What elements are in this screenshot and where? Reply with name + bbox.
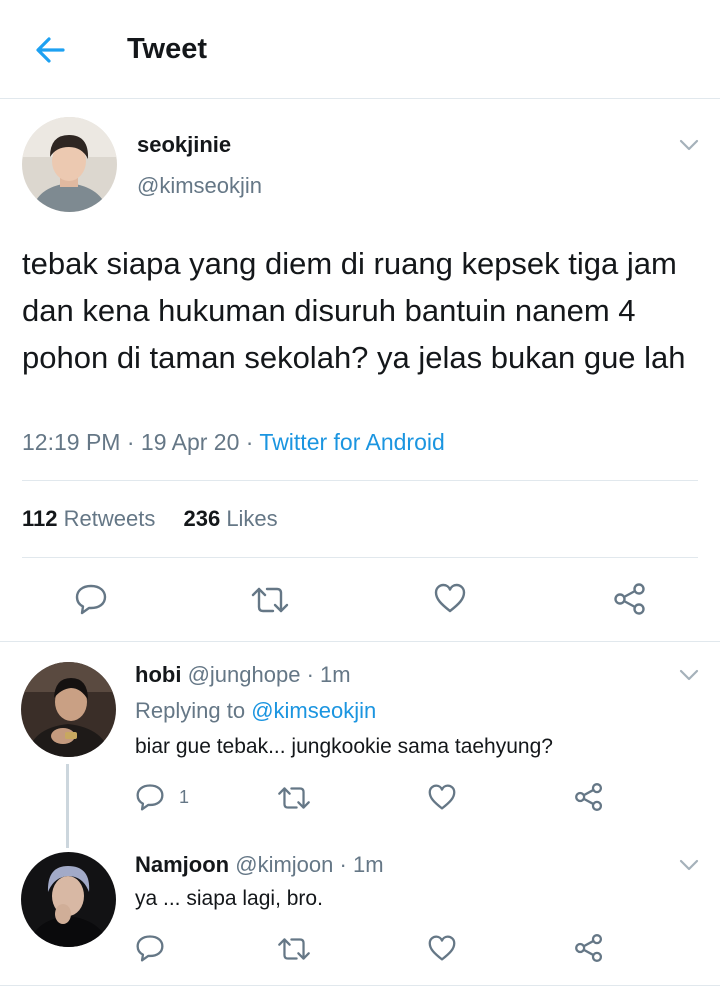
divider xyxy=(22,557,698,558)
share-button[interactable] xyxy=(573,782,605,812)
avatar[interactable] xyxy=(22,117,117,212)
retweet-icon xyxy=(278,787,310,809)
share-icon xyxy=(575,934,603,962)
like-button[interactable] xyxy=(427,934,457,962)
tweet-menu-button[interactable] xyxy=(677,133,701,157)
replying-to: Replying to @kimseokjin xyxy=(135,698,376,724)
display-name[interactable]: hobi xyxy=(135,662,181,687)
meta-separator: · xyxy=(126,429,135,455)
page-title: Tweet xyxy=(127,33,208,65)
speech-bubble-icon xyxy=(75,584,107,615)
avatar[interactable] xyxy=(21,662,116,757)
meta-separator: · xyxy=(306,662,314,687)
retweet-button[interactable] xyxy=(251,585,289,615)
heart-icon xyxy=(434,583,466,613)
retweet-button[interactable] xyxy=(277,936,311,962)
replying-prefix: Replying to xyxy=(135,698,246,723)
meta-separator: · xyxy=(245,429,254,455)
chevron-down-icon xyxy=(679,669,699,681)
reply-time[interactable]: 1m xyxy=(353,852,384,877)
share-icon xyxy=(575,783,603,811)
reply-time[interactable]: 1m xyxy=(320,662,351,687)
divider xyxy=(22,480,698,481)
speech-bubble-icon xyxy=(136,784,164,811)
like-button[interactable] xyxy=(427,783,457,811)
reply-header: hobi @junghope · 1m xyxy=(135,662,351,688)
reply-text: ya ... siapa lagi, bro. xyxy=(135,887,323,910)
retweets-count: 112 xyxy=(22,506,58,531)
avatar[interactable] xyxy=(21,852,116,947)
likes-label: Likes xyxy=(226,506,278,531)
likes-stat[interactable]: 236 Likes xyxy=(183,506,277,531)
share-icon xyxy=(614,583,645,615)
heart-icon xyxy=(428,784,456,810)
retweet-icon xyxy=(278,938,310,960)
chevron-down-icon xyxy=(679,139,699,151)
section-divider xyxy=(0,641,720,642)
thread-line xyxy=(66,764,69,848)
user-handle[interactable]: @kimseokjin xyxy=(137,173,262,199)
tweet-stats: 112 Retweets 236 Likes xyxy=(22,506,300,532)
reply-button[interactable]: 1 xyxy=(135,782,189,812)
replying-handle-link[interactable]: @kimseokjin xyxy=(251,698,376,723)
display-name[interactable]: Namjoon xyxy=(135,852,229,877)
share-button[interactable] xyxy=(573,933,605,963)
retweet-icon xyxy=(251,587,289,613)
tweet-date[interactable]: 19 Apr 20 xyxy=(141,429,239,455)
chevron-down-icon xyxy=(679,859,699,871)
heart-icon xyxy=(428,935,456,961)
back-button[interactable] xyxy=(30,32,70,68)
reply-button[interactable] xyxy=(135,933,165,963)
reply-button[interactable] xyxy=(74,582,108,616)
likes-count: 236 xyxy=(183,506,221,531)
tweet-time[interactable]: 12:19 PM xyxy=(22,429,120,455)
retweet-button[interactable] xyxy=(277,785,311,811)
tweet-menu-button[interactable] xyxy=(677,853,701,877)
reply-text: biar gue tebak... jungkookie sama taehyu… xyxy=(135,735,553,758)
user-handle[interactable]: @junghope xyxy=(188,662,301,687)
retweets-stat[interactable]: 112 Retweets xyxy=(22,506,155,531)
section-divider xyxy=(0,985,720,986)
tweet-meta: 12:19 PM · 19 Apr 20 · Twitter for Andro… xyxy=(22,429,445,456)
user-handle[interactable]: @kimjoon xyxy=(235,852,333,877)
reply-count: 1 xyxy=(179,786,190,807)
speech-bubble-icon xyxy=(136,935,164,962)
like-button[interactable] xyxy=(433,582,467,614)
top-bar: Tweet xyxy=(0,0,720,99)
tweet-menu-button[interactable] xyxy=(677,663,701,687)
arrow-left-icon xyxy=(36,37,65,63)
share-button[interactable] xyxy=(612,582,648,616)
meta-separator: · xyxy=(339,852,347,877)
display-name[interactable]: seokjinie xyxy=(137,132,231,158)
tweet-text: tebak siapa yang diem di ruang kepsek ti… xyxy=(22,246,686,375)
retweets-label: Retweets xyxy=(63,506,156,531)
reply-header: Namjoon @kimjoon · 1m xyxy=(135,852,384,878)
tweet-source-link[interactable]: Twitter for Android xyxy=(259,429,444,455)
